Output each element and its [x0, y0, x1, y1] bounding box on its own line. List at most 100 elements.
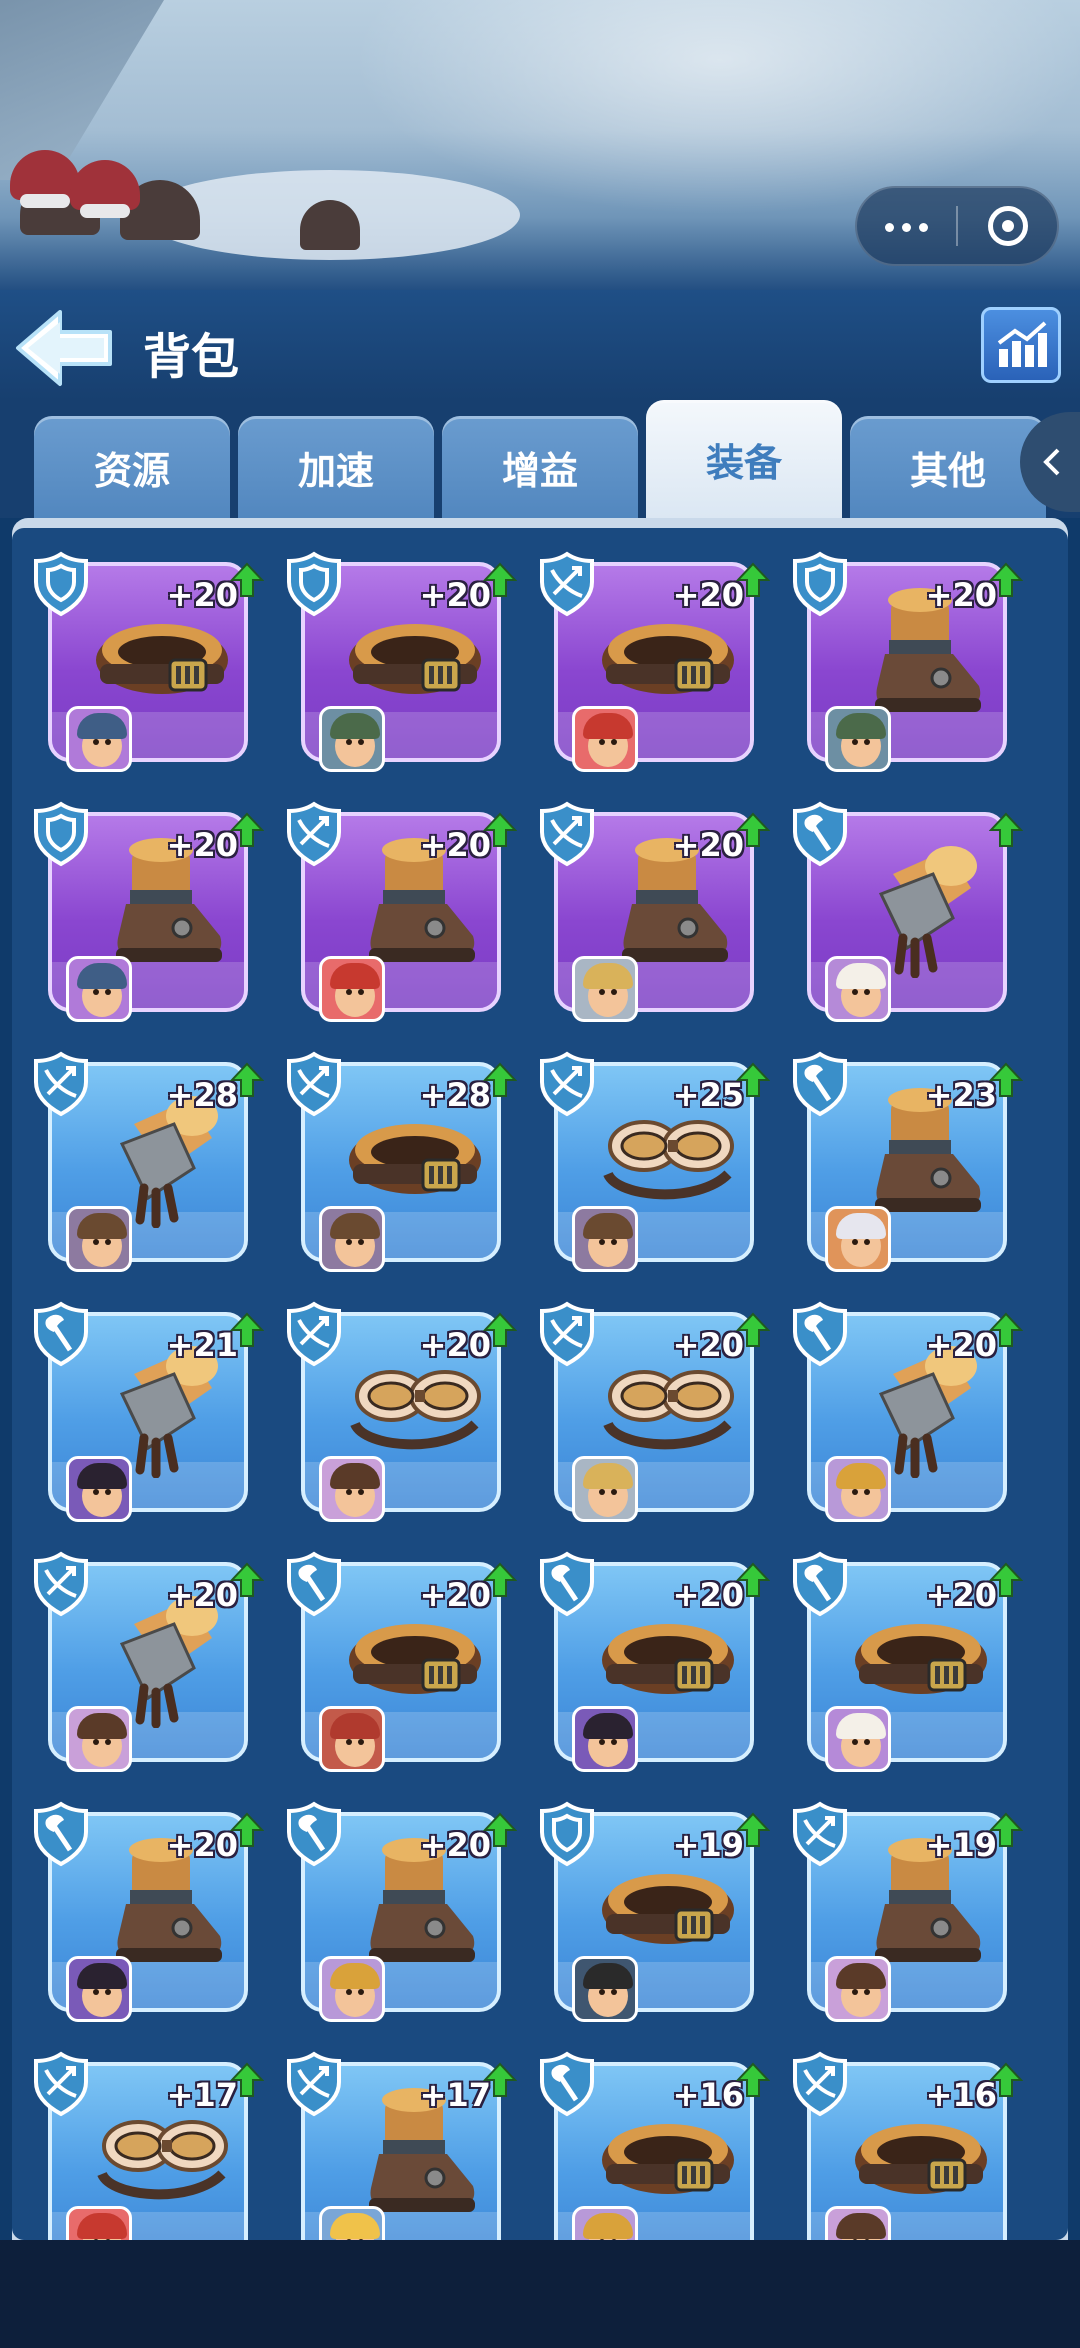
equipment-item[interactable]: +19 — [536, 1798, 776, 2030]
bottom-bar — [0, 2240, 1080, 2348]
equipment-item[interactable]: +20 — [283, 548, 523, 780]
bonus-value: +17 — [419, 2076, 491, 2114]
equipment-item[interactable]: +20 — [30, 798, 270, 1030]
equipment-item[interactable]: +28 — [283, 1048, 523, 1280]
bonus-value: +20 — [166, 1826, 238, 1864]
equipment-item[interactable]: +23 — [789, 1048, 1029, 1280]
tab-other[interactable]: 其他 — [850, 416, 1046, 518]
mini-program-capsule — [855, 186, 1059, 266]
crossbow-icon — [34, 1051, 88, 1117]
bonus-value: +20 — [419, 1326, 491, 1364]
hero-avatar — [319, 1956, 385, 2022]
hero-avatar — [825, 706, 891, 772]
bonus-value: +20 — [419, 576, 491, 614]
equipment-item[interactable]: +16 — [536, 2048, 776, 2240]
equipment-item[interactable]: +20 — [283, 798, 523, 1030]
upgrade-arrow-icon — [736, 562, 770, 597]
upgrade-arrow-icon — [483, 812, 517, 847]
hero-avatar — [319, 706, 385, 772]
banner-hat — [70, 160, 140, 218]
equipment-item[interactable]: +28 — [30, 1048, 270, 1280]
equipment-item[interactable]: +25 — [536, 1048, 776, 1280]
equipment-item[interactable]: +20 — [283, 1548, 523, 1780]
bonus-value: +17 — [166, 2076, 238, 2114]
tab-speedup[interactable]: 加速 — [238, 416, 434, 518]
equipment-item[interactable]: +20 — [536, 1548, 776, 1780]
hero-avatar — [572, 956, 638, 1022]
equipment-grid: +20 +20 +20 +20 +20 +20 +20 +28 +28 +25 +23 +21 +20 +… — [12, 528, 1068, 2240]
equipment-item[interactable]: +20 — [30, 1798, 270, 2030]
bonus-value: +21 — [166, 1326, 238, 1364]
upgrade-arrow-icon — [989, 1562, 1023, 1597]
equipment-item[interactable]: +20 — [30, 548, 270, 780]
equipment-item[interactable]: +20 — [536, 798, 776, 1030]
equipment-item[interactable]: +17 — [283, 2048, 523, 2240]
hero-avatar — [825, 1206, 891, 1272]
bonus-value: +23 — [925, 1076, 997, 1114]
shield-icon — [793, 551, 847, 617]
equipment-item[interactable]: +21 — [30, 1298, 270, 1530]
upgrade-arrow-icon — [736, 812, 770, 847]
hero-avatar — [319, 956, 385, 1022]
hero-avatar — [66, 1956, 132, 2022]
shield-icon — [287, 551, 341, 617]
axe-icon — [793, 1551, 847, 1617]
back-button[interactable] — [14, 308, 114, 388]
upgrade-arrow-icon — [230, 1312, 264, 1347]
upgrade-arrow-icon — [483, 2062, 517, 2097]
hero-avatar — [825, 956, 891, 1022]
upgrade-arrow-icon — [989, 1312, 1023, 1347]
top-banner — [0, 0, 1080, 290]
shield-icon — [34, 551, 88, 617]
crossbow-icon — [793, 1801, 847, 1867]
crossbow-icon — [287, 1301, 341, 1367]
equipment-item[interactable]: +20 — [283, 1798, 523, 2030]
axe-icon — [287, 1801, 341, 1867]
hero-avatar — [66, 1706, 132, 1772]
hero-avatar — [572, 1706, 638, 1772]
axe-icon — [540, 1551, 594, 1617]
axe-icon — [34, 1301, 88, 1367]
equipment-item[interactable]: +17 — [30, 2048, 270, 2240]
close-miniprogram-button[interactable] — [958, 188, 1057, 264]
hero-avatar — [66, 2206, 132, 2240]
tab-equipment[interactable]: 装备 — [646, 400, 842, 518]
bonus-value: +28 — [419, 1076, 491, 1114]
crossbow-icon — [287, 1051, 341, 1117]
crossbow-icon — [540, 551, 594, 617]
equipment-item[interactable]: +20 — [789, 548, 1029, 780]
bonus-value: +20 — [925, 1326, 997, 1364]
bonus-value: +16 — [672, 2076, 744, 2114]
hero-avatar — [66, 706, 132, 772]
hero-avatar — [825, 1456, 891, 1522]
shield-icon — [34, 801, 88, 867]
hero-avatar — [319, 1206, 385, 1272]
equipment-item[interactable]: +16 — [789, 2048, 1029, 2240]
bonus-value: +28 — [166, 1076, 238, 1114]
tab-resources[interactable]: 资源 — [34, 416, 230, 518]
stats-button[interactable] — [981, 307, 1061, 383]
axe-icon — [793, 1301, 847, 1367]
equipment-item[interactable]: +20 — [789, 1548, 1029, 1780]
equipment-item[interactable]: +20 — [283, 1298, 523, 1530]
hero-avatar — [66, 956, 132, 1022]
equipment-item[interactable] — [789, 798, 1029, 1030]
equipment-item[interactable]: +20 — [30, 1548, 270, 1780]
upgrade-arrow-icon — [230, 1812, 264, 1847]
hero-avatar — [825, 1706, 891, 1772]
upgrade-arrow-icon — [483, 1312, 517, 1347]
bonus-value: +20 — [419, 826, 491, 864]
upgrade-arrow-icon — [989, 812, 1023, 847]
more-button[interactable] — [857, 188, 956, 264]
equipment-item[interactable]: +20 — [536, 548, 776, 780]
equipment-item[interactable]: +20 — [789, 1298, 1029, 1530]
bar-chart-icon — [997, 321, 1047, 367]
equipment-item[interactable]: +19 — [789, 1798, 1029, 2030]
bonus-value: +19 — [925, 1826, 997, 1864]
tab-buffs[interactable]: 增益 — [442, 416, 638, 518]
bonus-value: +20 — [166, 1576, 238, 1614]
inventory-panel: +20 +20 +20 +20 +20 +20 +20 +28 +28 +25 +23 +21 +20 +… — [12, 518, 1068, 2240]
equipment-item[interactable]: +20 — [536, 1298, 776, 1530]
crossbow-icon — [540, 1051, 594, 1117]
bonus-value: +20 — [925, 576, 997, 614]
